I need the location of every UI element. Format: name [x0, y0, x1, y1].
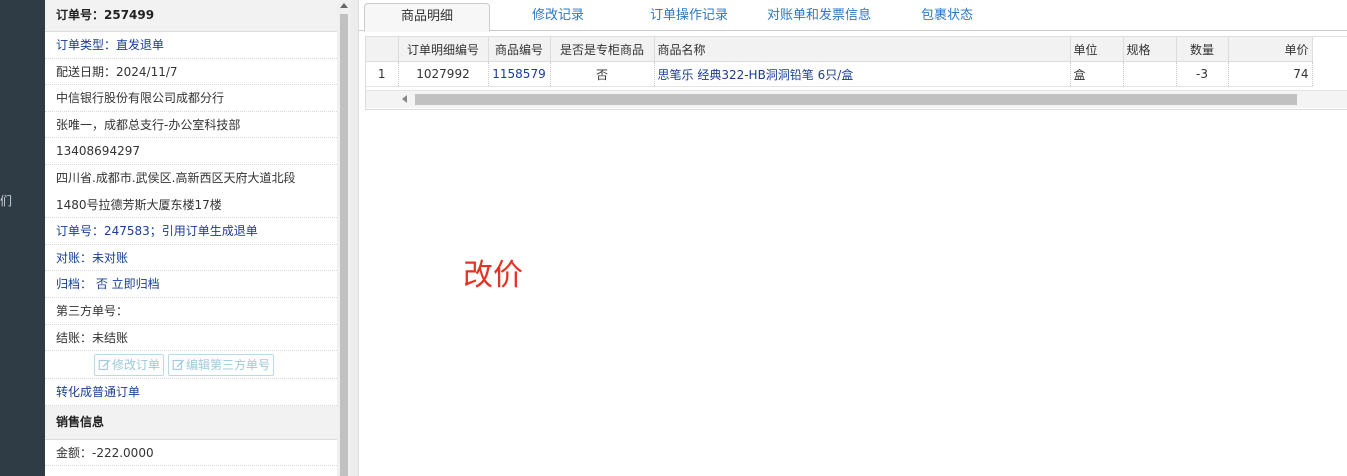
tab-order-operation-log[interactable]: 订单操作记录: [639, 3, 739, 30]
col-header-unit[interactable]: 单位: [1070, 37, 1124, 62]
cell-unit-price: 74: [1228, 61, 1313, 87]
cell-unit: 盒: [1070, 61, 1124, 87]
edit-icon: [98, 359, 111, 371]
cell-spec: [1123, 61, 1177, 87]
col-header-unit-price[interactable]: 单价: [1228, 37, 1313, 62]
left-nav: 们: [0, 0, 45, 476]
order-info-panel: 订单号：257499 订单类型：直发退单 配送日期：2024/11/7 中信银行…: [45, 0, 338, 476]
col-header-spec[interactable]: 规格: [1123, 37, 1177, 62]
address-line-2: 1480号拉德芳斯大厦东楼17楼: [45, 192, 337, 219]
product-grid: 订单明细编号 商品编号 是否是专柜商品 商品名称 单位 规格 数量 单价 1 1…: [365, 36, 1347, 110]
nav-item-text[interactable]: 们: [0, 192, 12, 209]
scroll-up-icon[interactable]: [340, 3, 348, 8]
horizontal-scroll-thumb[interactable]: [415, 94, 1297, 105]
col-header-quantity[interactable]: 数量: [1176, 37, 1229, 62]
edit-third-party-label: 编辑第三方单号: [186, 357, 271, 372]
scroll-thumb[interactable]: [340, 14, 348, 476]
tab-bar: 商品明细 修改记录 订单操作记录 对账单和发票信息 包裹状态: [359, 0, 1347, 32]
phone-number: 13408694297: [45, 138, 337, 165]
tab-product-detail[interactable]: 商品明细: [364, 3, 490, 32]
archive-status[interactable]: 归档： 否 立即归档: [45, 271, 337, 298]
contact-person: 张唯一，成都总支行-办公室科技部: [45, 112, 337, 139]
tab-statement-invoice[interactable]: 对账单和发票信息: [759, 3, 879, 30]
main-content: 商品明细 修改记录 订单操作记录 对账单和发票信息 包裹状态 订单明细编号 商品…: [359, 0, 1347, 476]
cell-quantity: -3: [1176, 61, 1229, 87]
cell-index: 1: [366, 61, 399, 87]
col-header-counter-product[interactable]: 是否是专柜商品: [550, 37, 655, 62]
address-line-1: 四川省.成都市.武侯区.高新西区天府大道北段: [56, 170, 296, 185]
cell-product-id[interactable]: 1158579: [488, 61, 551, 87]
edit-third-party-button[interactable]: 编辑第三方单号: [168, 353, 275, 376]
third-party-number: 第三方单号：: [45, 298, 337, 325]
panel-scrollbar[interactable]: [337, 0, 351, 476]
tab-change-log[interactable]: 修改记录: [506, 3, 610, 30]
scroll-left-icon[interactable]: [402, 95, 407, 103]
splitter[interactable]: [351, 0, 359, 476]
order-number-header: 订单号：257499: [45, 0, 337, 32]
edit-icon: [172, 359, 185, 371]
reference-order[interactable]: 订单号：247583；引用订单生成退单: [45, 218, 337, 245]
amount: 金额：-222.0000: [45, 440, 337, 467]
order-type: 订单类型：直发退单: [45, 32, 337, 59]
col-header-index: [366, 37, 399, 62]
tab-package-status[interactable]: 包裹状态: [907, 3, 987, 30]
cell-counter-product: 否: [550, 61, 655, 87]
cell-detail-id: 1027992: [398, 61, 489, 87]
table-row[interactable]: 1 1027992 1158579 否 思笔乐 经典322-HB洞洞铅笔 6只/…: [366, 61, 1313, 87]
col-header-product-id[interactable]: 商品编号: [488, 37, 551, 62]
col-header-product-name[interactable]: 商品名称: [654, 37, 1071, 62]
edit-order-label: 修改订单: [112, 357, 161, 372]
convert-to-normal-order-link[interactable]: 转化成普通订单: [45, 379, 337, 406]
grid-horizontal-scrollbar[interactable]: [366, 90, 1347, 108]
grid-header-row: 订单明细编号 商品编号 是否是专柜商品 商品名称 单位 规格 数量 单价: [366, 37, 1313, 62]
company-name: 中信银行股份有限公司成都分行: [45, 85, 337, 112]
delivery-date: 配送日期：2024/11/7: [45, 59, 337, 86]
sales-info-header: 销售信息: [45, 405, 337, 440]
edit-order-button[interactable]: 修改订单: [94, 353, 165, 376]
cell-product-name[interactable]: 思笔乐 经典322-HB洞洞铅笔 6只/盒: [654, 61, 1071, 87]
col-header-detail-id[interactable]: 订单明细编号: [398, 37, 489, 62]
reconcile-status: 对账：未对账: [45, 245, 337, 272]
settlement-status: 结账：未结账: [45, 325, 337, 352]
price-change-annotation: 改价: [463, 258, 523, 293]
action-buttons: 修改订单 编辑第三方单号: [45, 351, 337, 380]
